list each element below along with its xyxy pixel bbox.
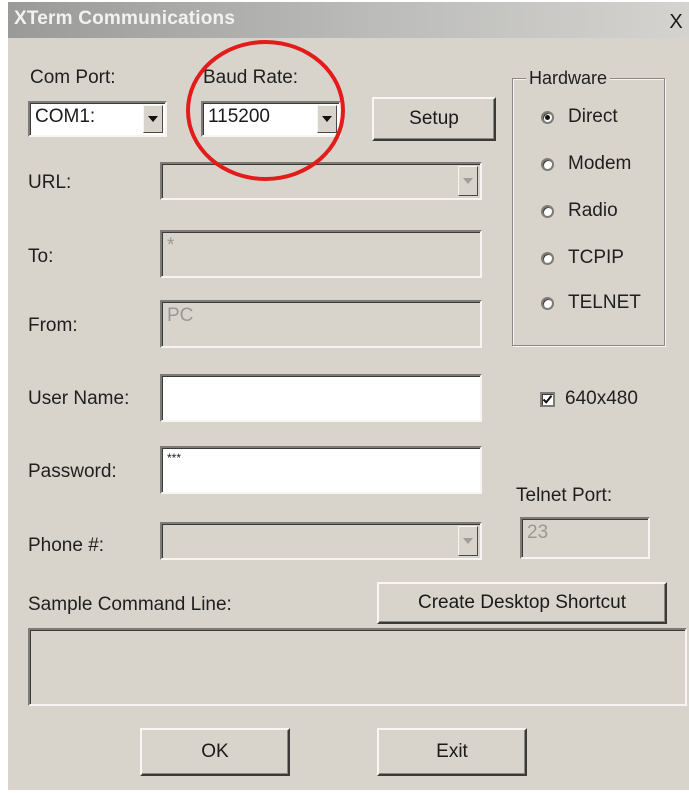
com-port-combo[interactable]: COM1: <box>28 101 167 137</box>
password-label: Password: <box>28 461 117 482</box>
exit-button[interactable]: Exit <box>377 728 527 776</box>
phone-combo[interactable] <box>160 522 482 560</box>
window-title: XTerm Communications <box>14 8 236 29</box>
baud-rate-value: 115200 <box>208 106 270 127</box>
radio-modem[interactable]: Modem <box>541 152 631 176</box>
radio-modem-label: Modem <box>568 153 632 174</box>
chevron-down-icon[interactable] <box>317 105 337 133</box>
resolution-checkbox[interactable]: 640x480 <box>540 388 638 410</box>
ok-button[interactable]: OK <box>140 728 290 776</box>
password-value: *** <box>167 451 182 465</box>
from-value: PC <box>167 305 194 326</box>
radio-tcpip[interactable]: TCPIP <box>541 246 624 270</box>
radio-direct-label: Direct <box>568 106 618 127</box>
to-label: To: <box>28 246 54 267</box>
close-icon[interactable]: X <box>665 11 687 33</box>
telnet-port-field[interactable]: 23 <box>520 517 650 559</box>
com-port-value: COM1: <box>35 106 96 127</box>
radio-button-icon[interactable] <box>541 251 554 265</box>
radio-radio[interactable]: Radio <box>541 199 618 223</box>
xterm-dialog: XTerm Communications X Com Port: COM1: B… <box>8 2 689 790</box>
com-port-label: Com Port: <box>30 67 116 88</box>
title-bar[interactable]: XTerm Communications X <box>8 2 689 38</box>
radio-button-icon[interactable] <box>541 296 554 310</box>
resolution-checkbox-label: 640x480 <box>565 388 638 409</box>
radio-direct[interactable]: Direct <box>541 105 618 129</box>
user-name-input[interactable] <box>160 374 482 422</box>
setup-button[interactable]: Setup <box>372 97 496 141</box>
telnet-port-value: 23 <box>527 522 549 543</box>
radio-tcpip-label: TCPIP <box>568 247 624 268</box>
checkbox-icon[interactable] <box>540 391 555 407</box>
phone-label: Phone #: <box>28 535 105 556</box>
radio-button-icon[interactable] <box>541 110 554 124</box>
url-combo[interactable] <box>160 162 482 200</box>
url-label: URL: <box>28 172 72 193</box>
password-input[interactable]: *** <box>160 446 482 494</box>
user-name-label: User Name: <box>28 388 130 409</box>
baud-rate-combo[interactable]: 115200 <box>201 101 341 137</box>
baud-rate-label: Baud Rate: <box>203 67 299 88</box>
from-label: From: <box>28 315 78 336</box>
chevron-down-icon[interactable] <box>143 105 163 133</box>
sample-command-field[interactable] <box>28 628 687 706</box>
to-value: * <box>167 235 175 256</box>
telnet-port-label: Telnet Port: <box>516 485 613 506</box>
radio-button-icon[interactable] <box>541 204 554 218</box>
chevron-down-icon[interactable] <box>458 166 478 196</box>
radio-radio-label: Radio <box>568 200 618 221</box>
radio-button-icon[interactable] <box>541 157 554 171</box>
radio-telnet[interactable]: TELNET <box>541 291 641 315</box>
sample-command-label: Sample Command Line: <box>28 594 232 615</box>
chevron-down-icon[interactable] <box>458 526 478 556</box>
radio-telnet-label: TELNET <box>568 292 641 313</box>
hardware-group-label: Hardware <box>526 68 611 89</box>
create-desktop-shortcut-button[interactable]: Create Desktop Shortcut <box>377 582 667 624</box>
to-field[interactable]: * <box>160 230 482 278</box>
from-field[interactable]: PC <box>160 300 482 348</box>
